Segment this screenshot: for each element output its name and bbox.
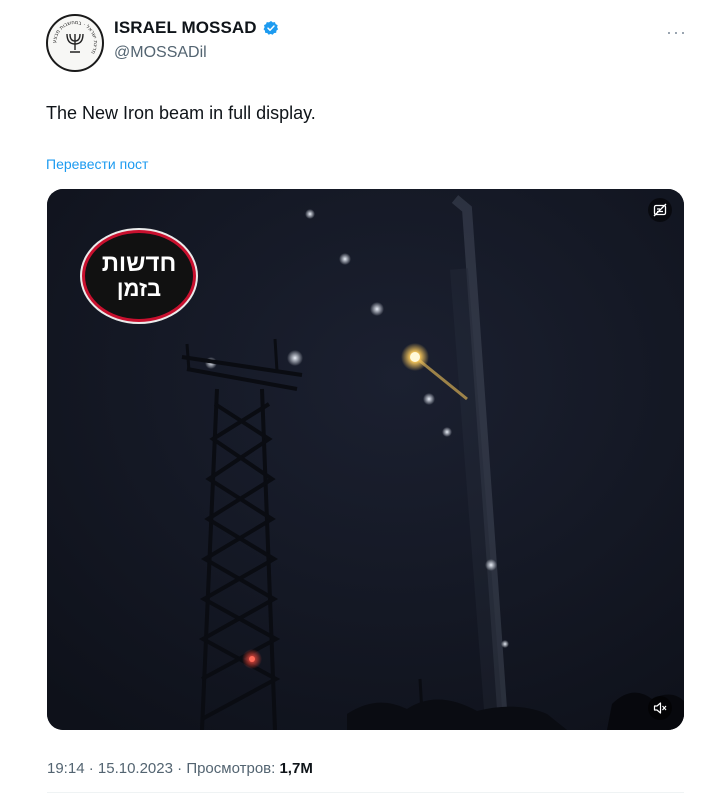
menorah-emblem-icon: מדינת ישראל · במחשבות מבצע [52, 20, 98, 55]
meta-separator: · [172, 760, 187, 777]
tweet-meta: 19:14 · 15.10.2023 · Просмотров: 1,7M [47, 760, 313, 777]
meta-separator: · [84, 760, 98, 777]
views-label: Просмотров: [186, 760, 276, 777]
mute-toggle-button[interactable] [648, 696, 672, 720]
views-count: 1,7M [279, 760, 313, 777]
watermark-line1: חדשות [101, 250, 177, 277]
author-name-row[interactable]: ISRAEL MOSSAD [114, 18, 279, 38]
muted-speaker-icon [653, 702, 667, 714]
watermark-line2: בזמן [116, 276, 162, 301]
video-player[interactable]: חדשות בזמן [47, 189, 684, 730]
translate-post-link[interactable]: Перевести пост [46, 156, 148, 172]
tweet-date[interactable]: 15.10.2023 [98, 760, 173, 777]
tweet-time[interactable]: 19:14 [47, 760, 85, 777]
tweet-text: The New Iron beam in full display. [46, 103, 316, 123]
more-options-button[interactable]: ··· [666, 22, 687, 43]
account-handle[interactable]: @MOSSADil [114, 44, 207, 62]
subtitles-toggle-button[interactable] [648, 198, 672, 222]
verified-badge-icon [263, 21, 278, 35]
news-watermark-logo: חדשות בזמן [82, 230, 196, 322]
no-subtitles-icon [653, 203, 667, 217]
display-name[interactable]: ISRAEL MOSSAD [114, 18, 257, 38]
avatar[interactable]: מדינת ישראל · במחשבות מבצע [46, 14, 104, 72]
divider [47, 792, 684, 793]
more-horizontal-icon: ··· [666, 22, 687, 42]
